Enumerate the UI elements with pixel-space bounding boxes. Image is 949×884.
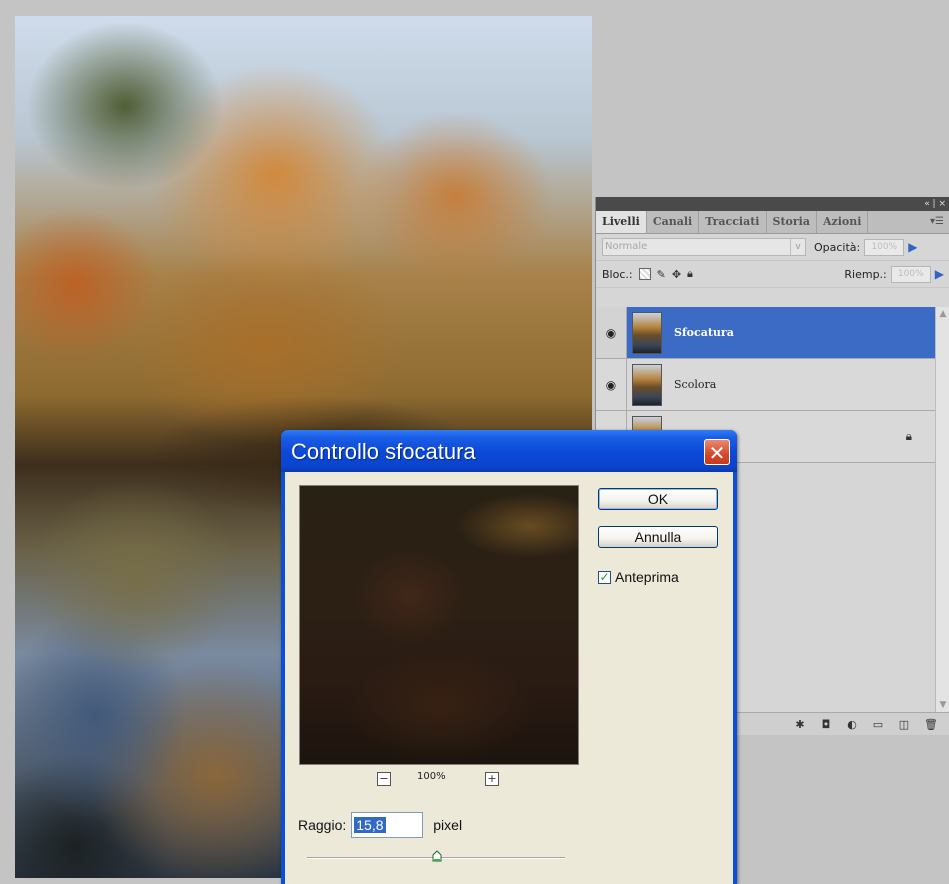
- lock-icon[interactable]: 🔒︎: [687, 267, 693, 281]
- zoom-out-button[interactable]: −: [377, 772, 391, 786]
- blend-row: Normale v Opacità: 100% ▶: [596, 234, 949, 261]
- dialog-title: Controllo sfocatura: [291, 439, 476, 464]
- preview-option: ✓ Anteprima: [598, 569, 679, 585]
- radius-input[interactable]: 15,8: [351, 812, 424, 838]
- blend-mode-value: Normale: [605, 241, 648, 252]
- tab-azioni[interactable]: Azioni: [817, 211, 869, 233]
- radius-label: Raggio:: [298, 817, 347, 833]
- opacity-arrow-icon[interactable]: ▶: [908, 240, 917, 254]
- layer-name: Sfocatura: [674, 326, 734, 339]
- layer-row-scolora[interactable]: ◉ Scolora: [596, 359, 936, 411]
- blur-preview[interactable]: [299, 485, 579, 765]
- fill-arrow-icon[interactable]: ▶: [935, 267, 944, 281]
- slider-thumb[interactable]: [432, 850, 442, 862]
- radius-value: 15,8: [354, 817, 386, 833]
- zoom-controls: − 100% +: [299, 770, 579, 790]
- radius-unit: pixel: [433, 817, 463, 833]
- dialog-body: − 100% + Raggio: 15,8 pixel OK Annulla ✓…: [285, 472, 733, 884]
- tab-storia[interactable]: Storia: [767, 211, 817, 233]
- layers-scrollbar[interactable]: ▲ ▼: [935, 307, 949, 712]
- zoom-level: 100%: [417, 771, 446, 782]
- preview-label[interactable]: Anteprima: [615, 569, 679, 585]
- move-icon[interactable]: ✥: [672, 268, 681, 281]
- menu-icon[interactable]: ▾☰: [930, 211, 949, 233]
- layer-row-sfocatura[interactable]: ◉ Sfocatura: [596, 307, 936, 359]
- folder-icon[interactable]: ▭: [872, 719, 884, 730]
- chevron-down-icon: v: [790, 239, 805, 255]
- panel-topbar[interactable]: « | ×: [596, 197, 949, 211]
- layer-thumbnail: [632, 363, 662, 406]
- tab-livelli[interactable]: Livelli: [596, 211, 647, 233]
- cancel-button[interactable]: Annulla: [598, 526, 718, 548]
- eye-icon[interactable]: ◉: [596, 307, 627, 358]
- blend-mode-select[interactable]: Normale v: [602, 238, 806, 256]
- preview-checkbox[interactable]: ✓: [598, 569, 611, 584]
- adjustment-layer-icon[interactable]: ◐: [846, 719, 858, 730]
- trash-icon[interactable]: 🗑︎: [924, 719, 938, 730]
- fill-field[interactable]: 100%: [890, 265, 931, 283]
- zoom-in-button[interactable]: +: [485, 772, 499, 786]
- opacity-label: Opacità:: [814, 240, 861, 254]
- radius-row: Raggio: 15,8 pixel: [298, 811, 462, 839]
- scroll-down-icon[interactable]: ▼: [936, 698, 949, 712]
- tab-tracciati[interactable]: Tracciati: [699, 211, 767, 233]
- scroll-up-icon[interactable]: ▲: [936, 307, 949, 321]
- close-icon: ✕: [708, 441, 726, 465]
- dialog-titlebar[interactable]: Controllo sfocatura ✕: [281, 430, 737, 472]
- tab-canali[interactable]: Canali: [647, 211, 700, 233]
- lock-row: Bloc.: ✎ ✥ 🔒︎ Riemp.: 100% ▶: [596, 261, 949, 288]
- plus-icon: +: [487, 772, 497, 785]
- blur-dialog: Controllo sfocatura ✕ − 100% + Raggio: 1…: [281, 430, 737, 884]
- eye-icon[interactable]: ◉: [596, 359, 627, 410]
- fill-label: Riemp.:: [844, 267, 887, 281]
- panel-tabs: Livelli Canali Tracciati Storia Azioni ▾…: [596, 211, 949, 234]
- fx-icon[interactable]: ✱: [794, 719, 806, 730]
- layer-name: Scolora: [674, 378, 717, 391]
- brush-icon[interactable]: ✎: [657, 268, 666, 281]
- close-button[interactable]: ✕: [704, 439, 730, 465]
- new-layer-icon[interactable]: ◫: [898, 719, 910, 730]
- lock-transparency-icon[interactable]: [638, 268, 651, 280]
- radius-slider[interactable]: [307, 850, 565, 862]
- layer-thumbnail: [632, 311, 662, 354]
- opacity-field[interactable]: 100%: [864, 238, 905, 256]
- lock-icon: 🔒︎: [905, 429, 912, 443]
- lock-label: Bloc.:: [602, 267, 633, 281]
- mask-icon[interactable]: ◘: [820, 719, 832, 730]
- checkmark-icon: ✓: [599, 569, 610, 584]
- minus-icon: −: [379, 772, 389, 785]
- ok-button[interactable]: OK: [598, 488, 718, 510]
